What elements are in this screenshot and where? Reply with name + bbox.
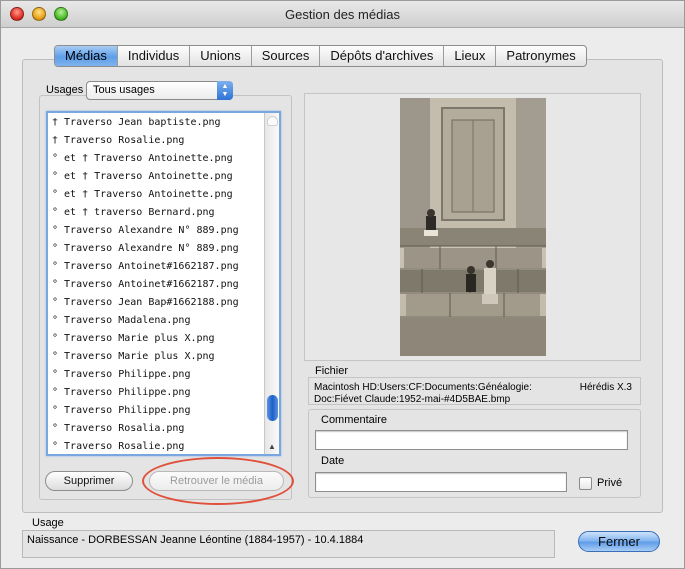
usage-label: Usage xyxy=(32,517,64,529)
tab-depots-archives[interactable]: Dépôts d'archives xyxy=(320,46,445,66)
delete-button[interactable]: Supprimer xyxy=(45,471,133,491)
title-bar: Gestion des médias xyxy=(1,1,684,28)
commentaire-label: Commentaire xyxy=(321,414,388,426)
usages-label: Usages xyxy=(46,84,84,96)
list-item[interactable]: ° et † Traverso Antoinette.png xyxy=(48,168,279,186)
prive-label: Privé xyxy=(597,477,623,489)
list-item[interactable]: ° Traverso Marie plus X.png xyxy=(48,330,279,348)
list-item[interactable]: ° Traverso Philippe.png xyxy=(48,384,279,402)
prive-checkbox[interactable] xyxy=(579,477,592,490)
fichier-app: Hérédis X.3 xyxy=(579,382,632,393)
date-input[interactable] xyxy=(315,472,567,492)
media-file-list[interactable]: † Traverso Jean baptiste.png † Traverso … xyxy=(46,111,281,456)
tab-unions[interactable]: Unions xyxy=(190,46,252,66)
commentaire-input[interactable] xyxy=(315,430,628,450)
tab-patronymes[interactable]: Patronymes xyxy=(496,46,585,66)
scroll-arrows-icon[interactable]: ▲▼ xyxy=(265,440,279,454)
tab-medias[interactable]: Médias xyxy=(55,46,118,66)
fichier-path: Macintosh HD:Users:CF:Documents:Généalog… xyxy=(314,382,532,405)
list-item[interactable]: ° Traverso Philippe.png xyxy=(48,366,279,384)
list-item[interactable]: ° Traverso Philippe.png xyxy=(48,402,279,420)
list-item[interactable]: ° Traverso Jean Bap#1662188.png xyxy=(48,294,279,312)
usage-box: Naissance - DORBESSAN Jeanne Léontine (1… xyxy=(22,530,555,558)
list-item[interactable]: ° et † Traverso Antoinette.png xyxy=(48,150,279,168)
usage-text: Naissance - DORBESSAN Jeanne Léontine (1… xyxy=(27,534,364,546)
list-item[interactable]: ° Traverso Madalena.png xyxy=(48,312,279,330)
select-arrows-icon: ▲ ▼ xyxy=(217,81,233,100)
highlight-annotation xyxy=(142,457,294,505)
list-item[interactable]: ° et † traverso Bernard.png xyxy=(48,204,279,222)
scroll-thumb[interactable] xyxy=(267,395,278,421)
list-item[interactable]: † Traverso Rosalie.png xyxy=(48,132,279,150)
list-item[interactable]: ° Traverso Antoinet#1662187.png xyxy=(48,258,279,276)
window-title: Gestion des médias xyxy=(285,7,400,22)
date-label: Date xyxy=(321,455,345,467)
tab-individus[interactable]: Individus xyxy=(118,46,191,66)
tab-bar: Médias Individus Unions Sources Dépôts d… xyxy=(54,45,587,67)
tab-sources[interactable]: Sources xyxy=(252,46,321,66)
usages-select-value: Tous usages xyxy=(93,84,155,96)
list-item[interactable]: ° Traverso Rosalia.png xyxy=(48,420,279,438)
list-item[interactable]: ° Traverso Rosalie.png xyxy=(48,438,279,454)
fichier-label: Fichier xyxy=(315,365,349,377)
list-item[interactable]: ° Traverso Alexandre N° 889.png xyxy=(48,240,279,258)
media-preview-image xyxy=(400,98,546,356)
fichier-info-box: Macintosh HD:Users:CF:Documents:Généalog… xyxy=(308,377,641,405)
list-item[interactable]: ° Traverso Alexandre N° 889.png xyxy=(48,222,279,240)
list-item[interactable]: ° Traverso Marie plus X.png xyxy=(48,348,279,366)
list-item[interactable]: ° Traverso Antoinet#1662187.png xyxy=(48,276,279,294)
list-item[interactable]: ° et † Traverso Antoinette.png xyxy=(48,186,279,204)
tab-lieux[interactable]: Lieux xyxy=(444,46,497,66)
usages-select[interactable]: Tous usages ▲ ▼ xyxy=(86,81,233,100)
scroll-track-cap xyxy=(267,116,278,126)
close-button[interactable]: Fermer xyxy=(578,531,660,552)
list-item[interactable]: † Traverso Jean baptiste.png xyxy=(48,114,279,132)
list-scrollbar[interactable]: ▲▼ xyxy=(264,113,279,454)
